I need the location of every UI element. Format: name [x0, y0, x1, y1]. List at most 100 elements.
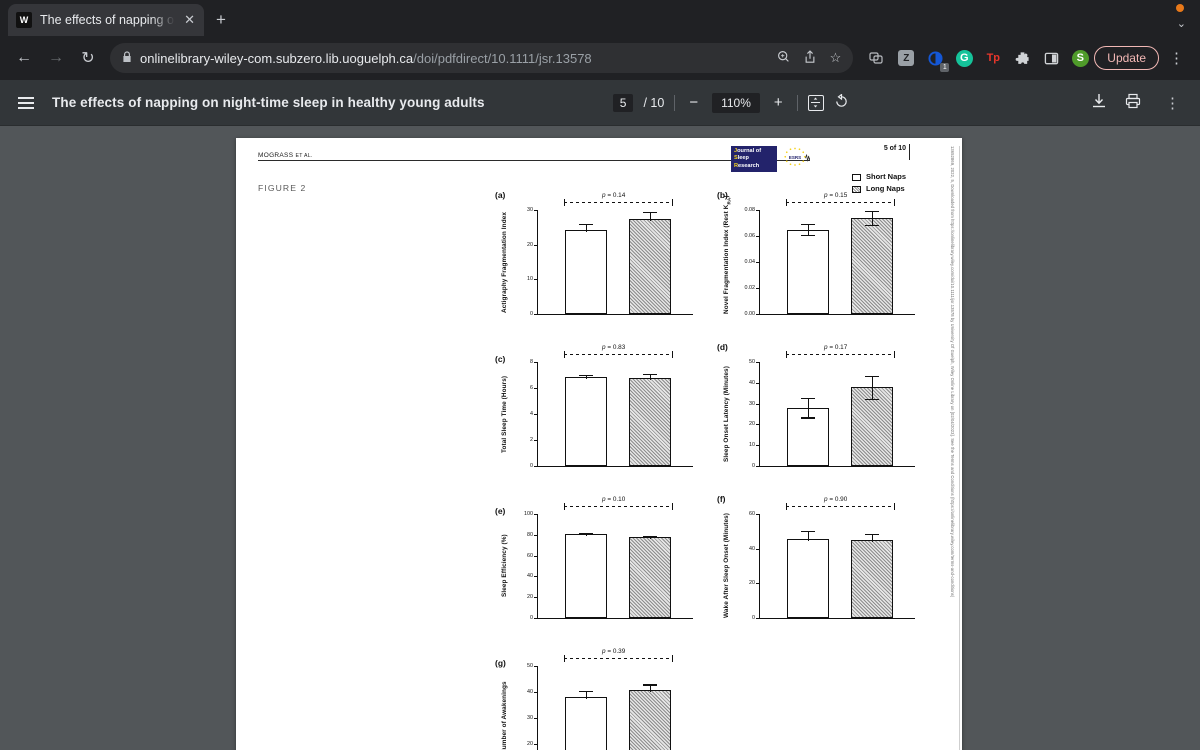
y-axis-c: [537, 362, 539, 466]
y-axis-f: [759, 514, 761, 618]
download-icon[interactable]: [1091, 93, 1107, 112]
y-tick-label-d: 30: [749, 400, 755, 407]
download-watermark: 13652869, 2022, 5, Downloaded from https…: [950, 146, 955, 598]
error-bar-g-0: [586, 690, 588, 699]
p-bracket-end-g: [672, 655, 674, 662]
close-icon[interactable]: ✕: [183, 12, 196, 28]
fit-page-icon[interactable]: [807, 94, 824, 111]
back-button[interactable]: ←: [10, 44, 38, 72]
puzzle-icon[interactable]: [1012, 48, 1032, 68]
update-button[interactable]: Update: [1094, 46, 1159, 70]
esrs-society-logo: ESRS: [780, 146, 811, 172]
error-bar-low-d-1: [872, 387, 874, 399]
bookmark-icon[interactable]: ☆: [830, 50, 842, 66]
y-tick-label-f: 60: [749, 511, 755, 517]
error-cap-b-0: [801, 224, 815, 226]
y-tick-g: [534, 692, 537, 693]
search-icon[interactable]: [777, 50, 790, 66]
pdf-viewer[interactable]: MOGRASS ET AL. Journal of Sleep Research…: [0, 126, 1200, 750]
browser-tab[interactable]: W The effects of napping on nigh ✕: [8, 4, 204, 36]
pdf-more-button[interactable]: ⋮: [1159, 94, 1186, 112]
legend-item-short-naps: Short Naps: [851, 171, 906, 183]
y-tick-f: [756, 514, 759, 515]
panel-label-f: (f): [717, 494, 726, 504]
y-tick-label-a: 20: [527, 241, 533, 248]
zoom-level-value[interactable]: 110%: [712, 92, 760, 113]
y-tick-b: [756, 236, 759, 237]
x-axis-f: [759, 618, 915, 620]
y-tick-d: [756, 362, 759, 363]
browser-menu-button[interactable]: ⋮: [1163, 49, 1190, 67]
y-tick-b: [756, 314, 759, 315]
y-tick-f: [756, 618, 759, 619]
error-cap-g-0: [579, 690, 593, 692]
sidepanel-icon[interactable]: [1041, 48, 1061, 68]
bar-e-short-naps: [565, 534, 607, 618]
bar-g-long-naps: [629, 690, 671, 750]
y-tick-label-e: 40: [527, 573, 533, 580]
new-tab-button[interactable]: +: [204, 10, 238, 36]
bar-f-short-naps: [787, 539, 829, 618]
y-tick-a: [534, 279, 537, 281]
p-value-label-a: p = 0.14: [600, 192, 628, 199]
grammarly-icon[interactable]: G: [954, 48, 974, 68]
running-head-etal: ET AL.: [295, 153, 313, 159]
error-bar-a-1: [650, 212, 652, 221]
error-bar-g-1: [650, 684, 652, 693]
zoom-out-button[interactable]: −: [685, 94, 702, 111]
x-axis-c: [537, 466, 693, 468]
chevron-down-icon[interactable]: ⌄: [1177, 17, 1186, 30]
p-bracket-end-d: [894, 351, 896, 358]
share-icon[interactable]: [804, 49, 816, 67]
profile-avatar[interactable]: S: [1070, 48, 1090, 68]
hamburger-icon[interactable]: [14, 93, 38, 113]
mendeley-icon[interactable]: 1: [925, 48, 950, 72]
y-axis-title-e: Sleep Efficiency (%): [501, 534, 508, 598]
zoom-in-button[interactable]: +: [770, 94, 787, 111]
figure-row: (e) Sleep Efficiency (%) 0 20 40 60 80 100 p = 0…: [491, 488, 941, 640]
y-axis-title-g: Number of Awakenings: [501, 681, 508, 750]
error-cap-e-1: [643, 535, 657, 538]
y-axis-title-f: Wake After Sleep Onset (Minutes): [723, 513, 730, 618]
p-value-label-b: p = 0.15: [822, 192, 850, 199]
bar-a-short-naps: [565, 229, 607, 314]
y-tick-e: [534, 597, 537, 599]
y-tick-f: [756, 583, 759, 585]
p-bracket-end-f: [786, 503, 788, 510]
y-axis-title-d: Sleep Onset Latency (Minutes): [723, 366, 730, 462]
forward-button[interactable]: →: [42, 44, 70, 72]
y-tick-c: [534, 362, 537, 363]
pdf-toolbar: The effects of napping on night-time sle…: [0, 80, 1200, 126]
y-tick-label-b: 0.08: [744, 207, 756, 213]
y-tick-label-a: 0: [530, 311, 533, 317]
rotate-icon[interactable]: [834, 92, 849, 112]
figure-row: (a) Actigraphy Fragmentation Index 0 10 20 30…: [491, 184, 941, 336]
y-tick-label-b: 0.02: [744, 285, 756, 291]
page-number-input[interactable]: 5: [612, 93, 634, 112]
p-value-label-f: p = 0.90: [822, 496, 850, 503]
y-tick-label-b: 0.06: [744, 233, 756, 239]
error-cap-low-d-1: [865, 398, 879, 400]
y-tick-label-e: 100: [524, 511, 533, 517]
y-tick-b: [756, 262, 759, 263]
page-number-label: 5 of 10: [883, 145, 906, 152]
tab-strip: W The effects of napping on nigh ✕ + ⌄: [0, 0, 1200, 36]
p-bracket-a: [564, 202, 672, 203]
print-icon[interactable]: [1125, 93, 1141, 112]
url-bar[interactable]: onlinelibrary-wiley-com.subzero.lib.uogu…: [110, 43, 854, 73]
tab-groups-icon[interactable]: [867, 48, 887, 68]
y-tick-label-b: 0.04: [744, 259, 756, 265]
p-bracket-b: [786, 202, 894, 203]
y-tick-label-d: 10: [749, 442, 755, 449]
reload-button[interactable]: ↻: [74, 44, 102, 72]
y-tick-label-a: 30: [527, 207, 533, 213]
error-cap-f-0: [801, 531, 815, 533]
error-cap-g-1: [643, 684, 657, 686]
zotero-icon[interactable]: Z: [896, 48, 916, 68]
x-axis-e: [537, 618, 693, 620]
toolpad-icon[interactable]: Tp: [983, 48, 1003, 68]
running-head: MOGRASS ET AL.: [258, 152, 940, 159]
p-bracket-end-f: [894, 503, 896, 510]
error-bar-low-b-1: [872, 218, 874, 225]
y-tick-label-d: 0: [752, 463, 755, 469]
